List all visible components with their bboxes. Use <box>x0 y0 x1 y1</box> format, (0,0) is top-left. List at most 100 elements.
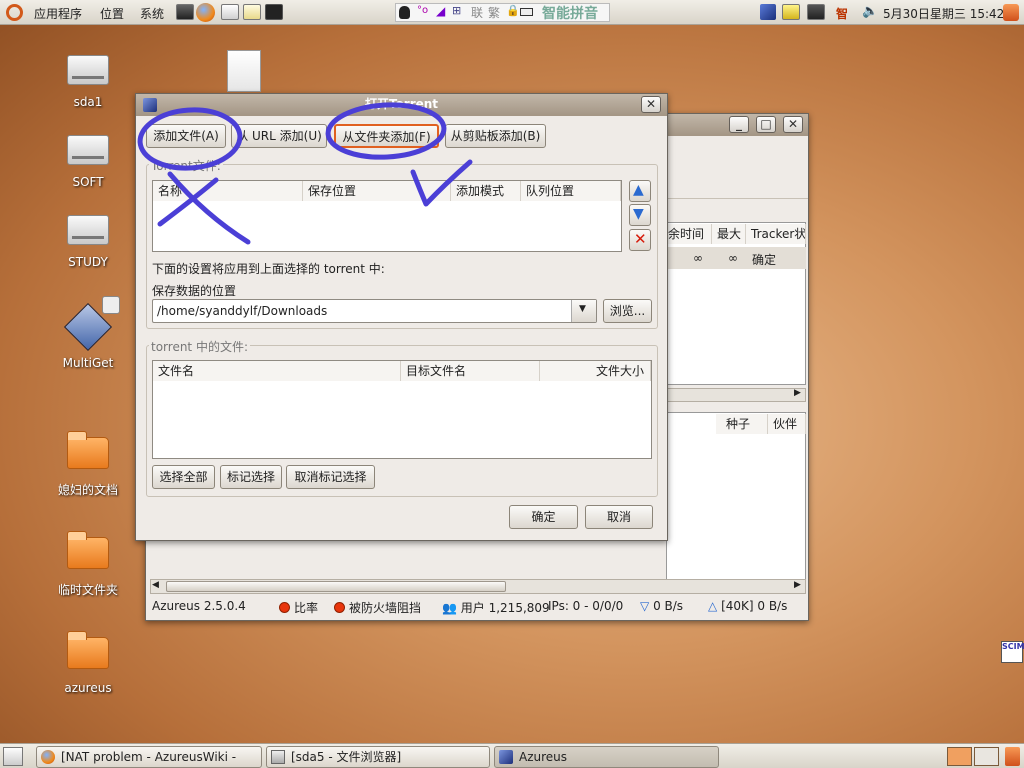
column-header-queue-position[interactable]: 队列位置 <box>521 181 621 201</box>
column-header-seeds[interactable]: 种子 <box>716 414 768 434</box>
close-button[interactable]: ✕ <box>783 116 803 133</box>
trash-icon[interactable] <box>1005 747 1020 766</box>
workspace-2[interactable] <box>974 747 999 766</box>
open-torrent-dialog: 打开Torrent ✕ 添加文件(A) 从 URL 添加(U) 从文件夹添加(F… <box>135 93 668 541</box>
column-header-add-mode[interactable]: 添加模式 <box>451 181 521 201</box>
scrollbar-thumb[interactable] <box>166 581 506 592</box>
status-users: 👥 用户 1,215,809 <box>442 599 550 616</box>
column-header-target-name[interactable]: 目标文件名 <box>401 361 540 381</box>
peers-list[interactable] <box>666 412 806 580</box>
ime-lian-key[interactable]: 联 <box>471 4 483 21</box>
desktop-icon-label: SOFT <box>72 175 104 189</box>
ubuntu-logo-icon[interactable] <box>6 4 23 21</box>
status-upload[interactable]: △ [40K] 0 B/s <box>708 599 787 613</box>
ime-lock-icon[interactable]: 🔒 <box>506 4 520 17</box>
status-ratio[interactable]: 比率 <box>279 599 318 616</box>
up-arrow-icon: △ <box>708 599 718 613</box>
desktop-icon-label: azureus <box>64 681 112 695</box>
ime-layout-icon[interactable]: ⊞ <box>452 4 461 17</box>
cancel-button[interactable]: 取消 <box>585 505 653 529</box>
taskbar-item-azureus[interactable]: Azureus <box>494 746 719 768</box>
ok-button[interactable]: 确定 <box>509 505 578 529</box>
browse-button[interactable]: 浏览... <box>603 299 652 323</box>
desktop-icon-wife-docs[interactable]: 媳妇的文档 <box>38 431 138 498</box>
scroll-left-icon[interactable]: ◀ <box>152 580 159 590</box>
cell-remaining: ∞ <box>693 251 703 265</box>
azureus-tray-icon[interactable] <box>760 4 776 20</box>
save-location-value[interactable]: /home/syanddylf/Downloads <box>157 304 327 318</box>
clock[interactable]: 5月30日星期三 15:42 <box>883 5 1004 22</box>
network-tray-icon[interactable] <box>807 4 825 20</box>
desktop-icon-label: sda1 <box>73 95 103 109</box>
ime-tray-zhi[interactable]: 智 <box>836 5 848 22</box>
maximize-button[interactable]: □ <box>756 116 776 133</box>
tab-add-clipboard[interactable]: 从剪贴板添加(B) <box>445 124 546 148</box>
remove-button[interactable]: ✕ <box>629 229 651 251</box>
column-header-name[interactable]: 名称 <box>153 181 303 201</box>
tab-add-url[interactable]: 从 URL 添加(U) <box>231 124 327 148</box>
workspace-1[interactable] <box>947 747 972 766</box>
tux-icon[interactable] <box>399 6 410 19</box>
notes-tray-icon[interactable] <box>782 4 800 20</box>
tab-add-folder[interactable]: 从文件夹添加(F) <box>334 124 439 148</box>
column-header-remaining[interactable]: 余时间 <box>666 224 712 244</box>
firefox-launcher-icon[interactable] <box>196 3 215 22</box>
status-firewall-label: 被防火墙阻挡 <box>349 601 422 615</box>
save-location-combo[interactable]: /home/syanddylf/Downloads ▼ <box>152 299 597 323</box>
ime-keyboard-icon[interactable] <box>520 8 533 16</box>
scroll-right-icon[interactable]: ▶ <box>794 580 801 590</box>
volume-icon[interactable]: 🔈 <box>862 4 878 19</box>
status-upload-label: [40K] 0 B/s <box>721 599 788 613</box>
mark-selected-button[interactable]: 标记选择 <box>220 465 282 489</box>
terminal-launcher-icon[interactable] <box>265 4 283 20</box>
drive-icon <box>67 215 109 245</box>
folder-icon <box>67 631 109 669</box>
taskbar-item-file-browser[interactable]: [sda5 - 文件浏览器] <box>266 746 490 768</box>
mail-launcher-icon[interactable] <box>221 4 239 20</box>
desktop-icon-multiget[interactable]: MultiGet <box>38 296 138 370</box>
show-desktop-button[interactable] <box>3 747 23 766</box>
blank-file-icon[interactable] <box>227 50 261 92</box>
column-header-file-size[interactable]: 文件大小 <box>540 361 651 381</box>
combo-dropdown-button[interactable]: ▼ <box>571 300 596 322</box>
column-header-file-name[interactable]: 文件名 <box>153 361 401 381</box>
column-header-peers[interactable]: 伙伴 <box>768 414 806 434</box>
status-firewall[interactable]: 被防火墙阻挡 <box>334 599 421 616</box>
ime-punct-icon[interactable]: ◢ <box>436 4 445 18</box>
bottom-panel: [NAT problem - AzureusWiki - [sda5 - 文件浏… <box>0 743 1024 768</box>
menu-applications[interactable]: 应用程序 <box>26 5 90 22</box>
taskbar-item-firefox[interactable]: [NAT problem - AzureusWiki - <box>36 746 262 768</box>
desktop-icon-soft[interactable]: SOFT <box>38 135 138 189</box>
cell-max: ∞ <box>728 251 738 265</box>
status-download[interactable]: ▽ 0 B/s <box>640 599 683 613</box>
scim-icon[interactable]: SCIM <box>1001 641 1024 663</box>
power-icon[interactable] <box>1003 4 1019 21</box>
taskbar-item-label: Azureus <box>519 750 568 764</box>
move-down-button[interactable]: ▼ <box>629 204 651 226</box>
ime-mode-icon[interactable]: °o <box>417 5 428 16</box>
desktop-icon-temp-folder[interactable]: 临时文件夹 <box>38 531 138 598</box>
arrow-down-icon: ▼ <box>633 206 644 222</box>
minimize-button[interactable]: _ <box>729 116 749 133</box>
tab-add-file[interactable]: 添加文件(A) <box>146 124 226 148</box>
desktop-icon-sda1[interactable]: sda1 <box>38 55 138 109</box>
select-all-button[interactable]: 选择全部 <box>152 465 215 489</box>
azureus-icon <box>499 750 513 764</box>
horizontal-scrollbar[interactable] <box>666 388 806 402</box>
column-header-tracker[interactable]: Tracker状 <box>746 224 806 244</box>
menu-system[interactable]: 系统 <box>132 5 172 22</box>
unmark-selected-button[interactable]: 取消标记选择 <box>286 465 375 489</box>
ime-fan-key[interactable]: 繁 <box>488 4 500 21</box>
desktop-icon-study[interactable]: STUDY <box>38 215 138 269</box>
status-users-label: 用户 1,215,809 <box>460 601 550 615</box>
menu-places[interactable]: 位置 <box>92 5 132 22</box>
desktop-icon-label: 临时文件夹 <box>57 583 118 597</box>
column-header-save-location[interactable]: 保存位置 <box>303 181 451 201</box>
screenshot-launcher-icon[interactable] <box>176 4 194 20</box>
text-editor-launcher-icon[interactable] <box>243 4 261 20</box>
column-header-max[interactable]: 最大 <box>712 224 746 244</box>
move-up-button[interactable]: ▲ <box>629 180 651 202</box>
scroll-right-icon[interactable]: ▶ <box>794 388 801 398</box>
desktop-icon-azureus[interactable]: azureus <box>38 631 138 695</box>
close-button[interactable]: ✕ <box>641 96 661 113</box>
